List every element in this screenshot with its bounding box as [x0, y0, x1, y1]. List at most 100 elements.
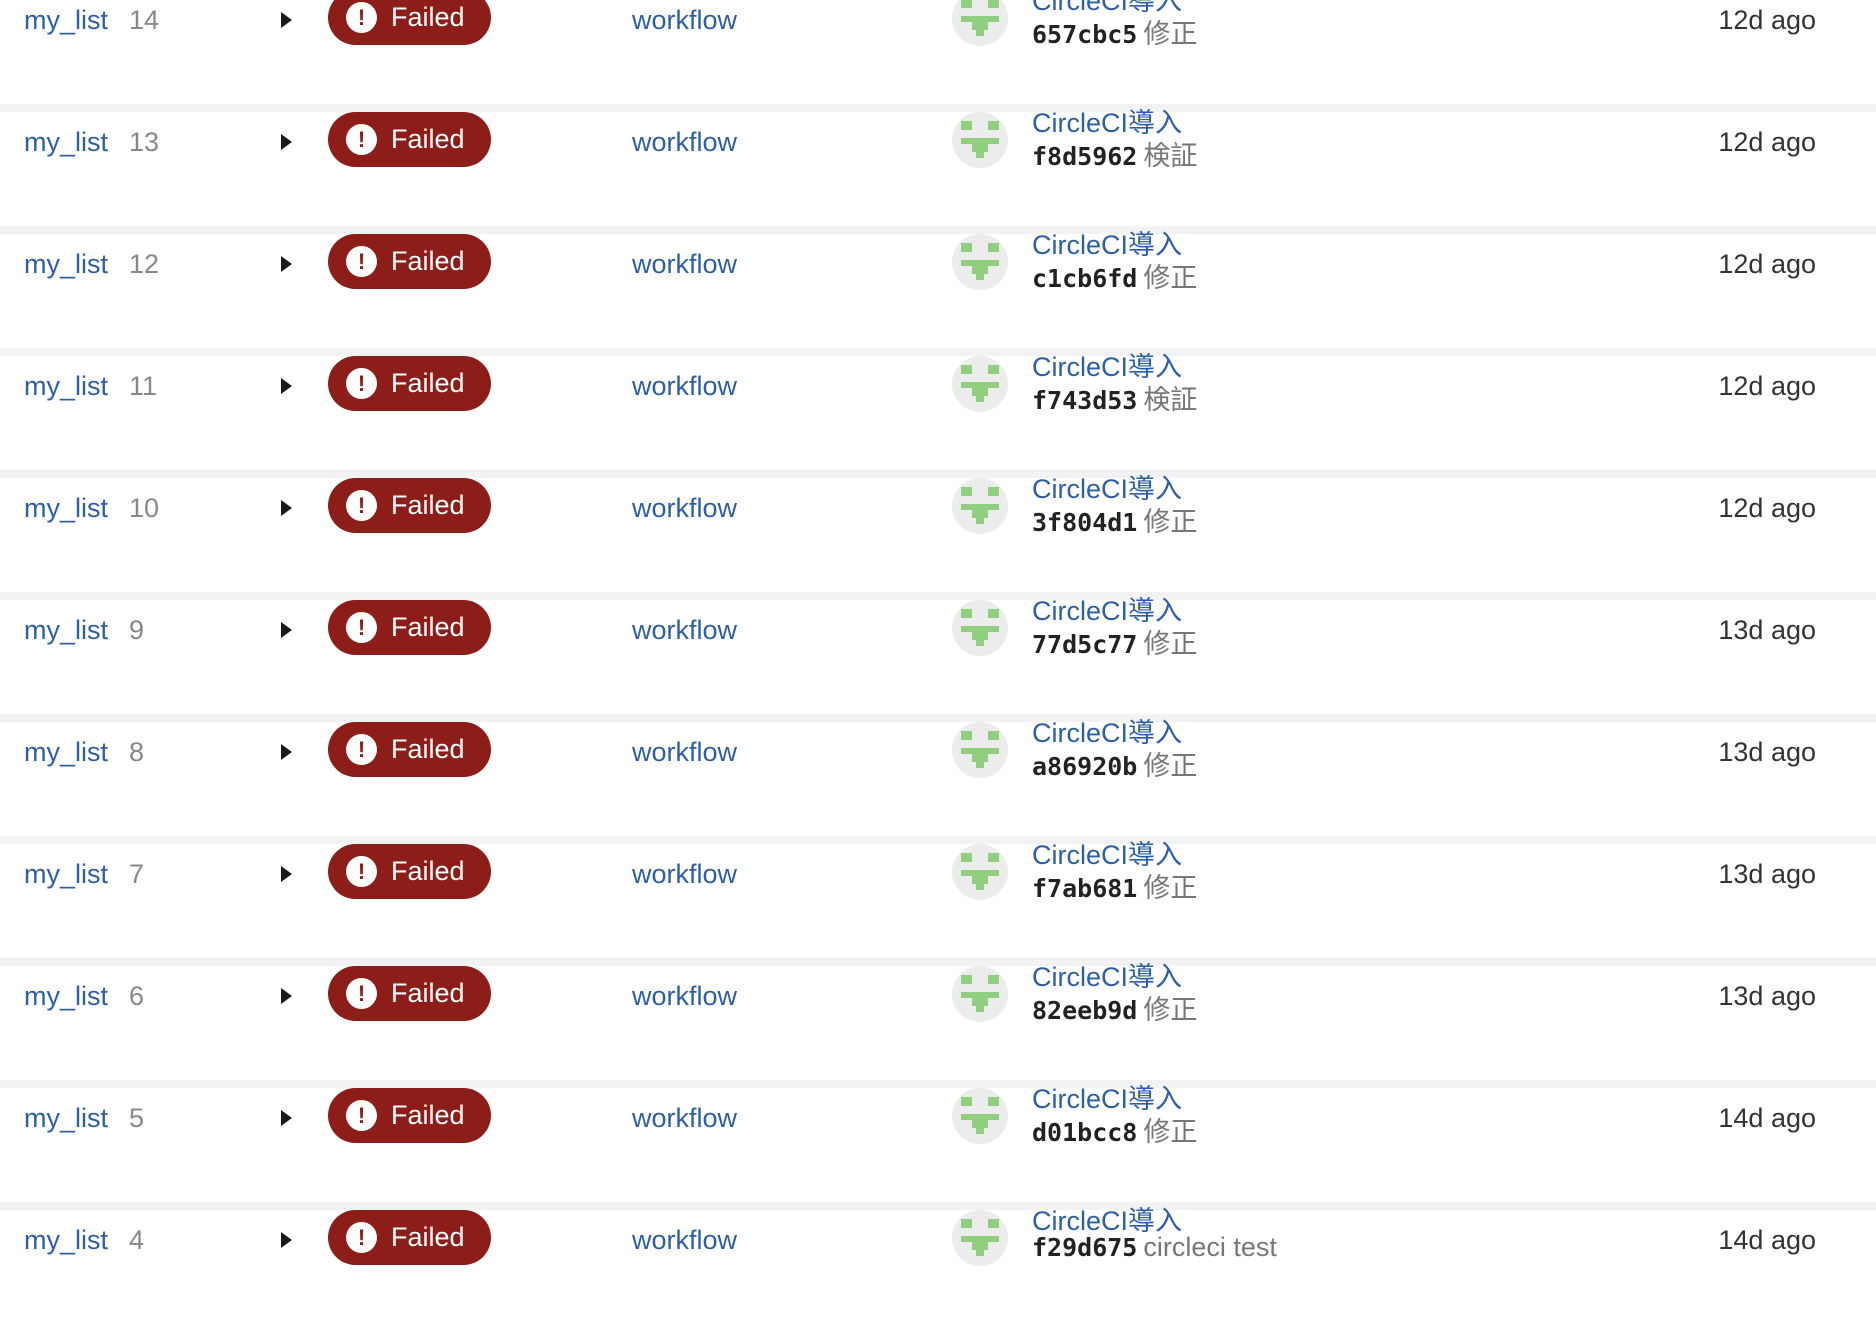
status-badge[interactable]: ! Failed [328, 600, 491, 655]
pipeline-row: my_list 6 ! Failed workflow CircleCI導入 8… [0, 962, 1876, 1080]
relative-time: 12d ago [1718, 249, 1816, 279]
commit-hash-link[interactable]: 77d5c77 [1032, 630, 1137, 659]
workflow-link[interactable]: workflow [632, 615, 737, 646]
project-link[interactable]: my_list [24, 1103, 108, 1134]
identicon-graphic [961, 1219, 999, 1256]
commit-info: f8d5962 検証 [1032, 134, 1197, 173]
expand-caret-icon[interactable] [281, 744, 292, 760]
workflow-link[interactable]: workflow [632, 737, 737, 768]
exclamation-icon: ! [346, 246, 377, 277]
pipeline-row: my_list 13 ! Failed workflow CircleCI導入 … [0, 108, 1876, 226]
commit-hash-link[interactable]: f7ab681 [1032, 874, 1137, 903]
project-link[interactable]: my_list [24, 249, 108, 280]
status-badge[interactable]: ! Failed [328, 478, 491, 533]
commit-hash-link[interactable]: a86920b [1032, 752, 1137, 781]
project-link[interactable]: my_list [24, 1225, 108, 1256]
relative-time: 14d ago [1718, 1103, 1816, 1133]
expand-caret-icon[interactable] [281, 500, 292, 516]
status-badge[interactable]: ! Failed [328, 1088, 491, 1143]
commit-message: circleci test [1143, 1232, 1277, 1262]
workflow-link[interactable]: workflow [632, 1225, 737, 1256]
expand-caret-icon[interactable] [281, 378, 292, 394]
status-badge[interactable]: ! Failed [328, 966, 491, 1021]
project-link[interactable]: my_list [24, 127, 108, 158]
workflow-link[interactable]: workflow [632, 249, 737, 280]
pipeline-row: my_list 14 ! Failed workflow CircleCI導入 … [0, 0, 1876, 104]
exclamation-icon: ! [346, 1100, 377, 1131]
relative-time: 13d ago [1718, 981, 1816, 1011]
project-link[interactable]: my_list [24, 859, 108, 890]
commit-message: 検証 [1143, 141, 1198, 171]
commit-message: 修正 [1143, 1117, 1198, 1147]
workflow-link[interactable]: workflow [632, 859, 737, 890]
expand-caret-icon[interactable] [281, 1232, 292, 1248]
expand-caret-icon[interactable] [281, 256, 292, 272]
exclamation-icon: ! [346, 490, 377, 521]
project-link[interactable]: my_list [24, 493, 108, 524]
commit-hash-link[interactable]: 3f804d1 [1032, 508, 1137, 537]
status-badge[interactable]: ! Failed [328, 356, 491, 411]
workflow-link[interactable]: workflow [632, 1103, 737, 1134]
relative-time: 12d ago [1718, 127, 1816, 157]
commit-info: f29d675 circleci test [1032, 1232, 1277, 1263]
project-link[interactable]: my_list [24, 737, 108, 768]
build-number: 6 [129, 981, 145, 1011]
build-number: 12 [129, 249, 160, 279]
avatar [952, 1210, 1008, 1266]
pipeline-row: my_list 4 ! Failed workflow CircleCI導入 f… [0, 1206, 1876, 1324]
status-label: Failed [391, 2, 465, 32]
relative-time: 13d ago [1718, 737, 1816, 767]
identicon-graphic [961, 975, 999, 1012]
commit-hash-link[interactable]: f8d5962 [1032, 142, 1137, 171]
workflow-link[interactable]: workflow [632, 981, 737, 1012]
build-number: 10 [129, 493, 160, 523]
status-label: Failed [391, 612, 465, 642]
commit-message: 修正 [1143, 873, 1198, 903]
project-link[interactable]: my_list [24, 981, 108, 1012]
project-link[interactable]: my_list [24, 615, 108, 646]
status-badge[interactable]: ! Failed [328, 234, 491, 289]
project-link[interactable]: my_list [24, 5, 108, 36]
pipeline-row: my_list 10 ! Failed workflow CircleCI導入 … [0, 474, 1876, 592]
expand-caret-icon[interactable] [281, 1110, 292, 1126]
build-number: 8 [129, 737, 145, 767]
pipeline-row: my_list 8 ! Failed workflow CircleCI導入 a… [0, 718, 1876, 836]
workflow-link[interactable]: workflow [632, 371, 737, 402]
commit-hash-link[interactable]: c1cb6fd [1032, 264, 1137, 293]
commit-hash-link[interactable]: 82eeb9d [1032, 996, 1137, 1025]
status-badge[interactable]: ! Failed [328, 844, 491, 899]
avatar [952, 600, 1008, 656]
expand-caret-icon[interactable] [281, 866, 292, 882]
build-number: 4 [129, 1225, 145, 1255]
commit-message: 修正 [1143, 507, 1198, 537]
expand-caret-icon[interactable] [281, 988, 292, 1004]
workflow-link[interactable]: workflow [632, 5, 737, 36]
commit-info: 657cbc5 修正 [1032, 12, 1197, 51]
commit-message: 修正 [1143, 263, 1198, 293]
commit-message: 検証 [1143, 385, 1198, 415]
status-badge[interactable]: ! Failed [328, 0, 491, 45]
status-badge[interactable]: ! Failed [328, 1210, 491, 1265]
commit-hash-link[interactable]: f29d675 [1032, 1233, 1137, 1262]
build-number: 14 [129, 5, 160, 35]
identicon-graphic [961, 487, 999, 524]
commit-info: d01bcc8 修正 [1032, 1110, 1197, 1149]
expand-caret-icon[interactable] [281, 12, 292, 28]
pipeline-row: my_list 7 ! Failed workflow CircleCI導入 f… [0, 840, 1876, 958]
status-badge[interactable]: ! Failed [328, 112, 491, 167]
expand-caret-icon[interactable] [281, 134, 292, 150]
relative-time: 12d ago [1718, 371, 1816, 401]
avatar [952, 966, 1008, 1022]
commit-hash-link[interactable]: 657cbc5 [1032, 20, 1137, 49]
expand-caret-icon[interactable] [281, 622, 292, 638]
commit-hash-link[interactable]: f743d53 [1032, 386, 1137, 415]
project-link[interactable]: my_list [24, 371, 108, 402]
status-badge[interactable]: ! Failed [328, 722, 491, 777]
commit-info: 77d5c77 修正 [1032, 622, 1197, 661]
commit-info: f743d53 検証 [1032, 378, 1197, 417]
workflow-link[interactable]: workflow [632, 127, 737, 158]
exclamation-icon: ! [346, 734, 377, 765]
avatar [952, 234, 1008, 290]
commit-hash-link[interactable]: d01bcc8 [1032, 1118, 1137, 1147]
workflow-link[interactable]: workflow [632, 493, 737, 524]
